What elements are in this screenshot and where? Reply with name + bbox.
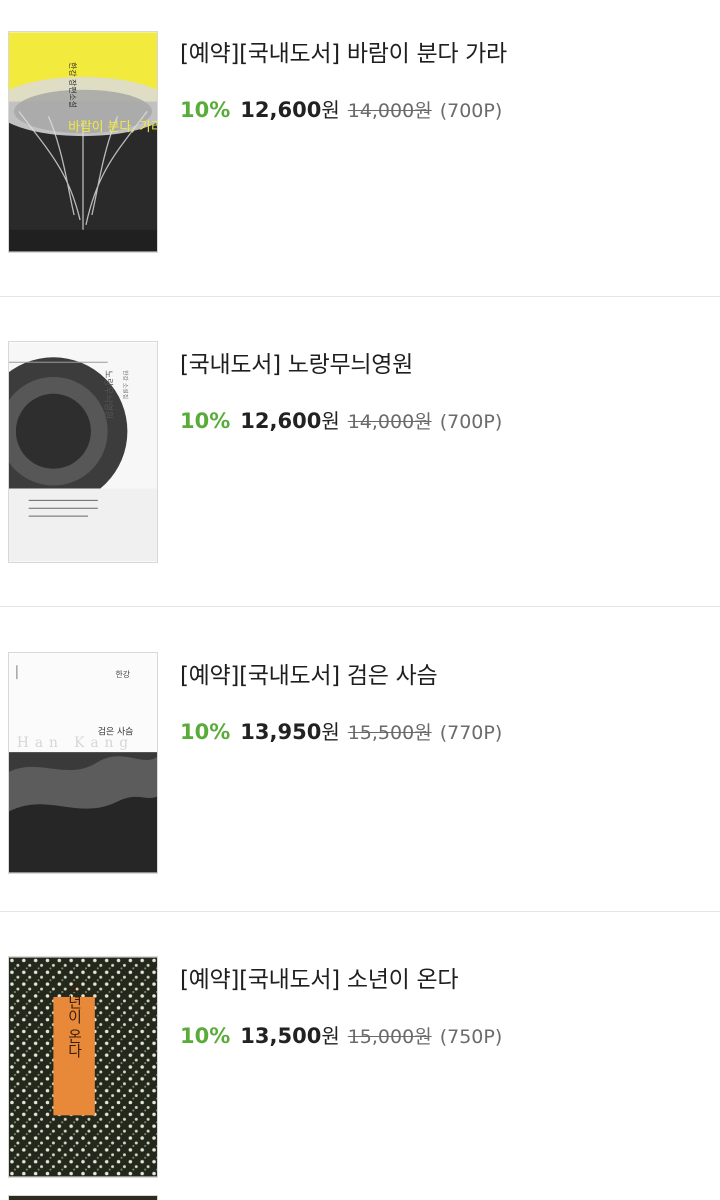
original-price: 14,000원: [347, 100, 432, 122]
discount-rate: 10%: [180, 98, 231, 122]
reward-points: (700P): [439, 100, 503, 122]
next-book-cover-image[interactable]: [8, 1195, 158, 1200]
cover-title-text: 검은 사슴: [98, 725, 133, 737]
book-title[interactable]: [예약][국내도서] 소년이 온다: [180, 960, 704, 994]
cover-art: Han Kang 검은 사슴 한강: [9, 653, 157, 873]
sale-price: 12,600: [240, 98, 322, 122]
discount-rate: 10%: [180, 409, 231, 433]
list-item[interactable]: Han Kang 검은 사슴 한강 [예약][국내도서] 검은 사슴 10% 1…: [0, 607, 720, 912]
cover-title-text: 소년이 온다: [66, 979, 83, 1058]
cover-latin-text: Han Kang: [17, 735, 134, 751]
currency-unit: 원: [321, 720, 340, 744]
price-row: 10% 13,500 원 15,000원 (750P): [180, 1020, 704, 1049]
reward-points: (770P): [439, 722, 503, 744]
cover-title-text: 노랑무늬영원: [103, 370, 115, 419]
cover-art: 소년이 온다: [9, 957, 157, 1177]
book-title[interactable]: [국내도서] 노랑무늬영원: [180, 345, 704, 379]
currency-unit: 원: [321, 409, 340, 433]
book-info: [예약][국내도서] 바람이 분다 가라 10% 12,600 원 14,000…: [180, 34, 704, 123]
cover-art: 노랑무늬영원 한강 소설집: [9, 342, 157, 562]
sale-price: 13,500: [240, 1024, 322, 1048]
book-info: [예약][국내도서] 검은 사슴 10% 13,950 원 15,500원 (7…: [180, 656, 704, 745]
sale-price: 13,950: [240, 720, 322, 744]
discount-rate: 10%: [180, 720, 231, 744]
book-cover-image[interactable]: Han Kang 검은 사슴 한강: [8, 652, 158, 874]
book-cover-image[interactable]: 노랑무늬영원 한강 소설집: [8, 341, 158, 563]
price-row: 10% 12,600 원 14,000원 (700P): [180, 94, 704, 123]
book-cover-image[interactable]: 한강 장편소설 바람이 분다, 가라: [8, 31, 158, 253]
list-item[interactable]: 소년이 온다 [예약][국내도서] 소년이 온다 10% 13,500 원 15…: [0, 912, 720, 1200]
cover-author-text: 한강: [116, 669, 131, 679]
price-row: 10% 12,600 원 14,000원 (700P): [180, 405, 704, 434]
currency-unit: 원: [321, 98, 340, 122]
original-price: 14,000원: [347, 411, 432, 433]
cover-author-text: 한강 장편소설: [68, 62, 78, 108]
reward-points: (700P): [439, 411, 503, 433]
sale-price: 12,600: [240, 409, 322, 433]
book-list: 한강 장편소설 바람이 분다, 가라 [예약][국내도서] 바람이 분다 가라 …: [0, 0, 720, 1200]
list-item[interactable]: 노랑무늬영원 한강 소설집 [국내도서] 노랑무늬영원 10% 12,600 원…: [0, 297, 720, 607]
cover-author-text: 한강 소설집: [121, 370, 129, 399]
discount-rate: 10%: [180, 1024, 231, 1048]
original-price: 15,000원: [347, 1026, 432, 1048]
cover-title-text: 바람이 분다, 가라: [68, 120, 157, 135]
book-cover-image[interactable]: 소년이 온다: [8, 956, 158, 1178]
book-title[interactable]: [예약][국내도서] 검은 사슴: [180, 656, 704, 690]
cover-art: 한강 장편소설 바람이 분다, 가라: [9, 32, 157, 252]
list-item[interactable]: 한강 장편소설 바람이 분다, 가라 [예약][국내도서] 바람이 분다 가라 …: [0, 0, 720, 297]
price-row: 10% 13,950 원 15,500원 (770P): [180, 716, 704, 745]
currency-unit: 원: [321, 1024, 340, 1048]
book-title[interactable]: [예약][국내도서] 바람이 분다 가라: [180, 34, 704, 68]
book-info: [국내도서] 노랑무늬영원 10% 12,600 원 14,000원 (700P…: [180, 345, 704, 434]
book-info: [예약][국내도서] 소년이 온다 10% 13,500 원 15,000원 (…: [180, 960, 704, 1049]
original-price: 15,500원: [347, 722, 432, 744]
reward-points: (750P): [439, 1026, 503, 1048]
